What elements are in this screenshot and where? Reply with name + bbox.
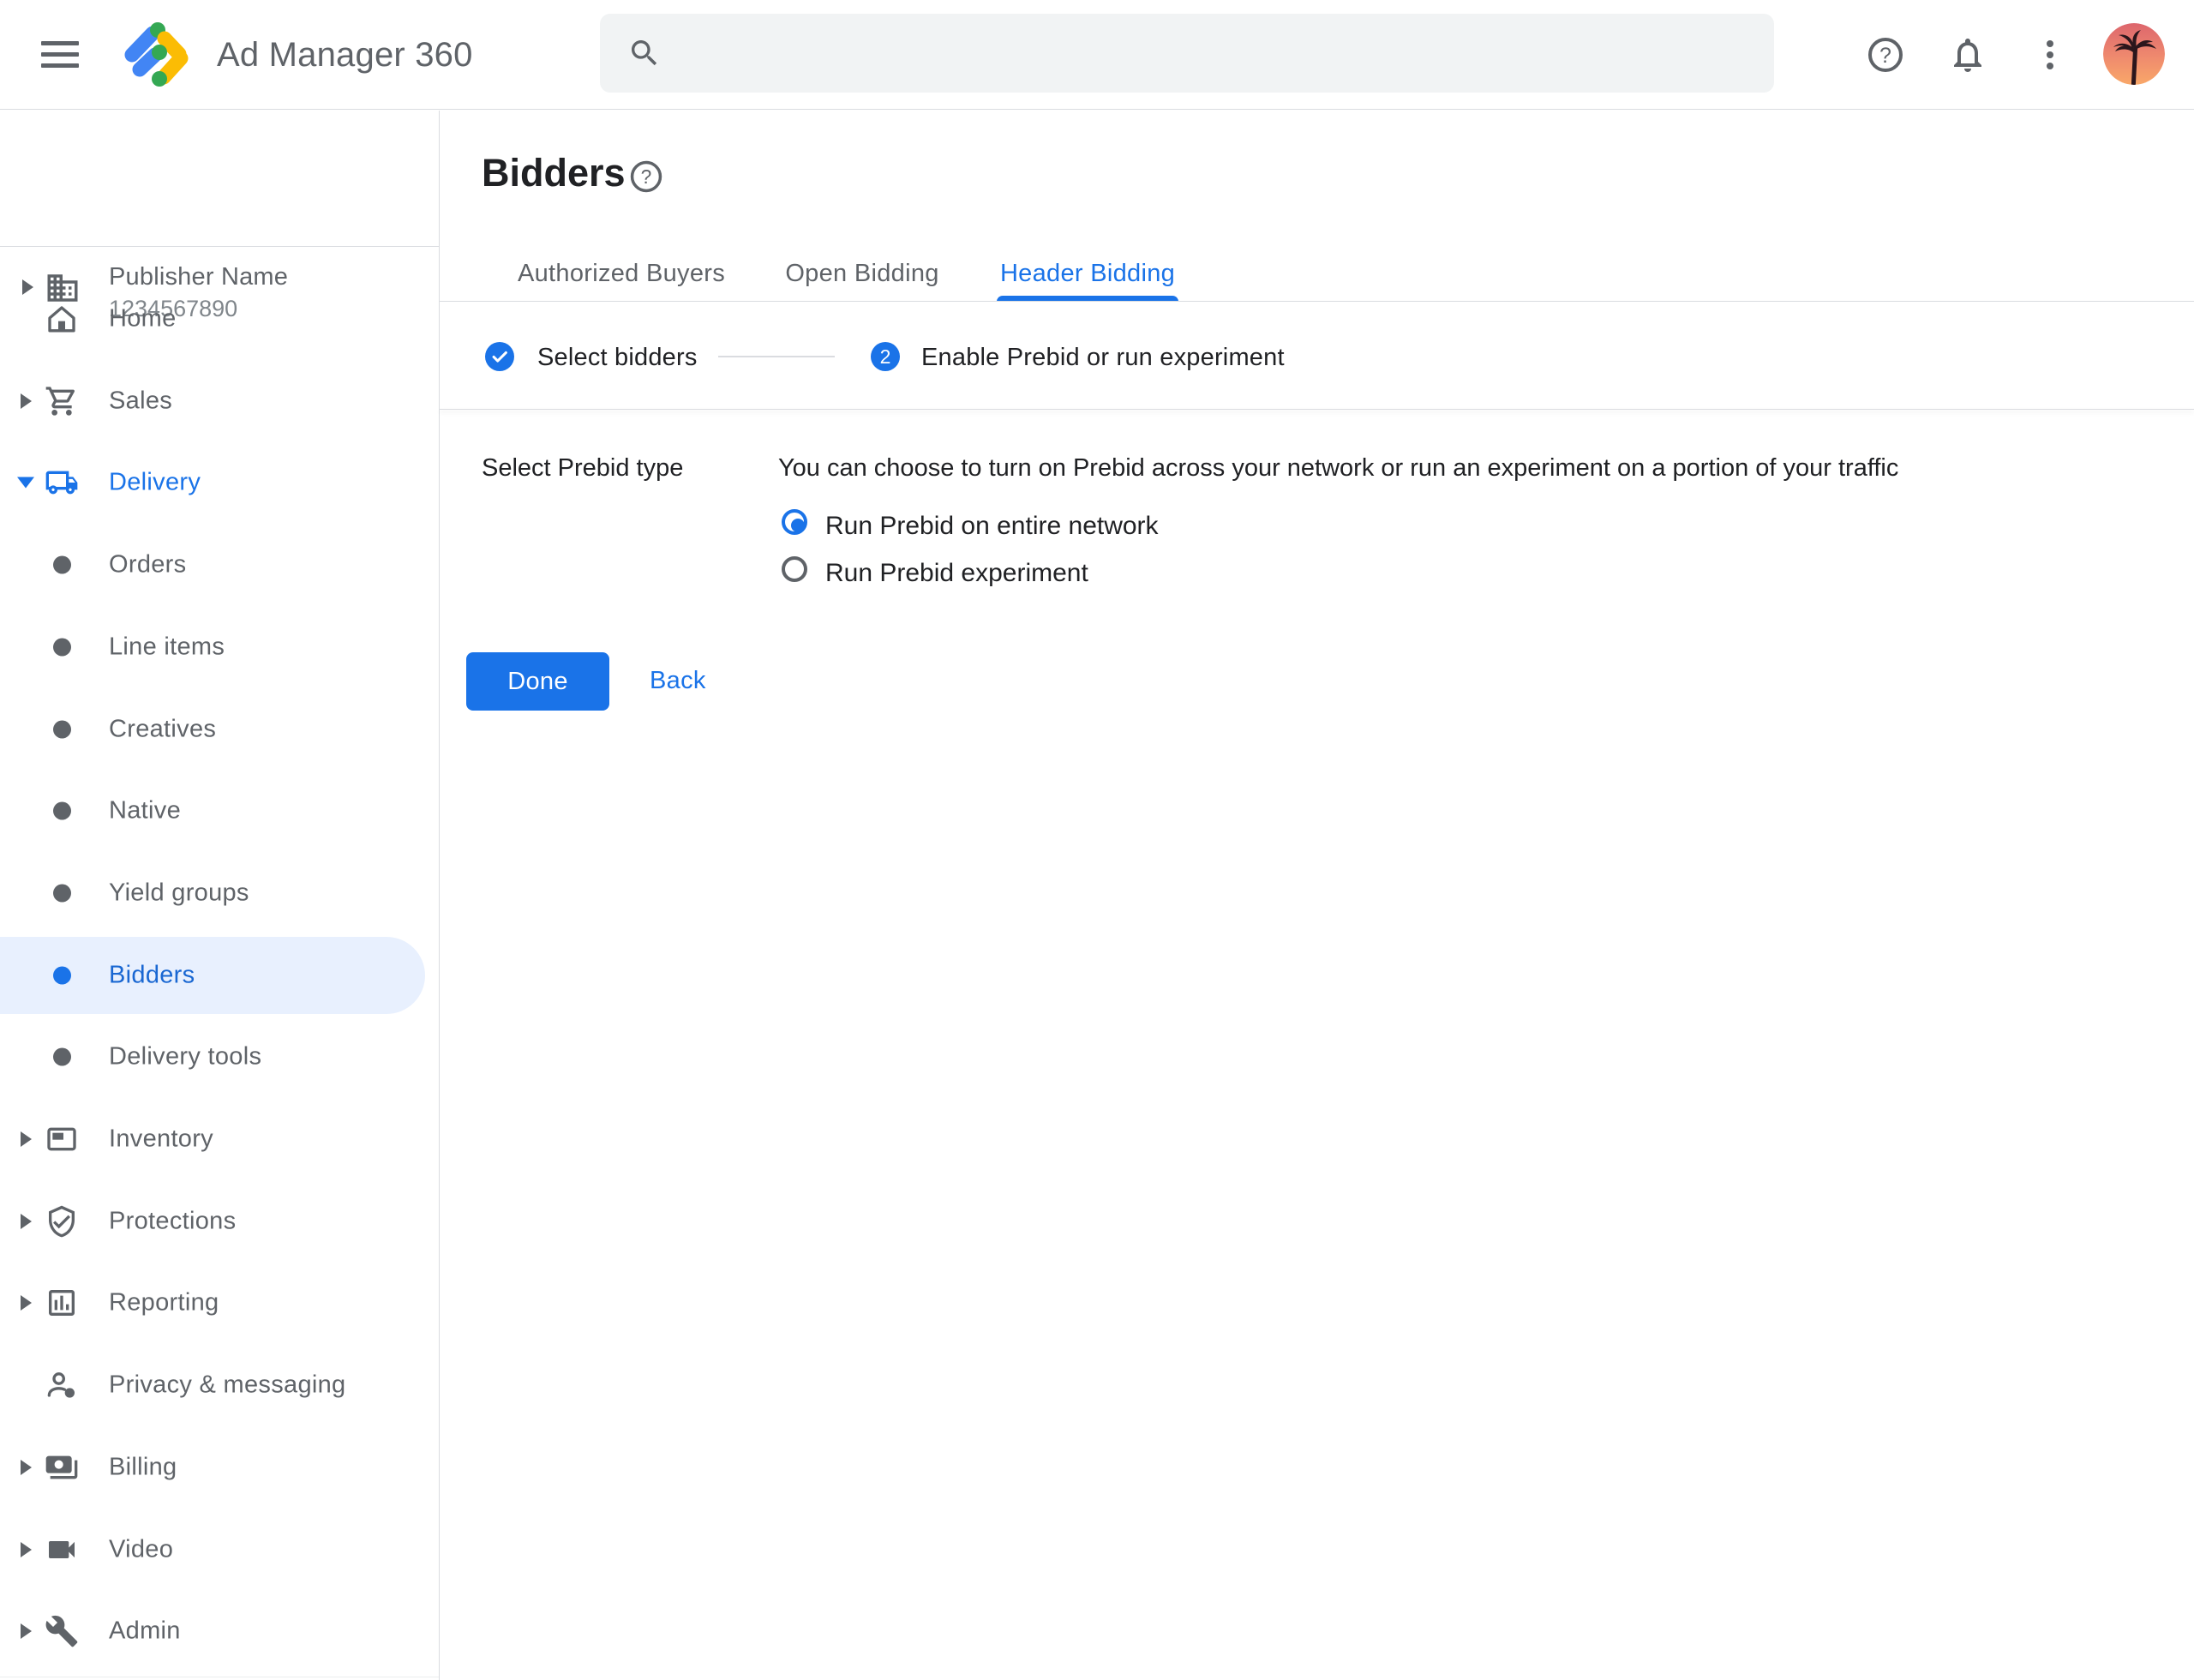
tabs-divider xyxy=(440,301,2194,302)
sidebar-item-privacy-messaging[interactable]: Privacy & messaging xyxy=(0,1344,439,1426)
step-connector xyxy=(718,356,835,357)
page-title: Bidders xyxy=(482,150,626,196)
banknote-icon xyxy=(45,1450,79,1485)
chevron-right-icon xyxy=(21,1542,32,1557)
done-button[interactable]: Done xyxy=(466,652,609,711)
hamburger-menu-icon[interactable] xyxy=(38,33,82,77)
chevron-right-icon xyxy=(21,1623,32,1639)
sidebar-item-delivery[interactable]: Delivery xyxy=(0,441,439,524)
bullet-icon xyxy=(53,639,71,657)
bullet-icon xyxy=(53,1048,71,1066)
account-avatar[interactable] xyxy=(2103,23,2165,85)
tab-header-bidding[interactable]: Header Bidding xyxy=(1000,260,1175,288)
chevron-right-icon xyxy=(21,1131,32,1147)
sidebar-item-inventory[interactable]: Inventory xyxy=(0,1098,439,1180)
chevron-right-icon xyxy=(21,393,32,409)
sidebar-item-yield-groups[interactable]: Yield groups xyxy=(0,852,439,934)
sidebar-item-protections[interactable]: Protections xyxy=(0,1180,439,1263)
step-2-number-icon: 2 xyxy=(871,342,900,371)
step-1-label[interactable]: Select bidders xyxy=(537,344,698,371)
palm-tree-avatar-image xyxy=(2103,23,2165,85)
sidebar-item-orders[interactable]: Orders xyxy=(0,524,439,606)
help-icon[interactable]: ? xyxy=(1861,31,1909,79)
home-icon xyxy=(45,302,79,336)
bar-chart-icon xyxy=(45,1286,79,1320)
search-icon xyxy=(627,36,662,70)
top-app-bar: Ad Manager 360 ? xyxy=(0,0,2194,110)
shield-check-icon xyxy=(45,1204,79,1239)
radio-selected-icon xyxy=(782,509,807,535)
wrench-icon xyxy=(45,1614,79,1648)
app-title: Ad Manager 360 xyxy=(217,35,473,75)
bullet-icon xyxy=(53,967,71,985)
sidebar-item-delivery-tools[interactable]: Delivery tools xyxy=(0,1016,439,1098)
chevron-right-icon xyxy=(21,1295,32,1311)
person-badge-icon xyxy=(45,1368,79,1402)
inventory-icon xyxy=(45,1122,79,1156)
sidebar-divider xyxy=(439,111,440,1680)
sidebar-item-home[interactable]: Home xyxy=(0,278,439,360)
radio-unselected-icon xyxy=(782,556,807,582)
stepper-divider xyxy=(440,409,2194,410)
svg-text:?: ? xyxy=(641,165,652,188)
page-title-help-icon[interactable]: ? xyxy=(628,159,664,195)
more-options-kebab-icon[interactable] xyxy=(2026,31,2074,79)
global-search-bar xyxy=(600,14,1774,93)
bullet-icon xyxy=(53,885,71,903)
truck-icon xyxy=(45,465,79,500)
back-button[interactable]: Back xyxy=(650,667,706,695)
sidebar-item-line-items[interactable]: Line items xyxy=(0,606,439,688)
publisher-divider xyxy=(0,246,439,247)
sidebar-item-video[interactable]: Video xyxy=(0,1509,439,1591)
step-1-complete-icon[interactable] xyxy=(485,342,514,371)
search-input[interactable] xyxy=(682,27,1748,79)
sidebar-item-creatives[interactable]: Creatives xyxy=(0,688,439,771)
bullet-icon xyxy=(53,721,71,739)
sidebar-item-native[interactable]: Native xyxy=(0,770,439,852)
chevron-down-icon xyxy=(17,477,34,489)
tab-open-bidding[interactable]: Open Bidding xyxy=(785,260,938,288)
ad-manager-logo-icon xyxy=(124,22,189,87)
sidebar-item-admin[interactable]: Admin xyxy=(0,1590,439,1672)
sidebar-item-bidders[interactable]: Bidders xyxy=(0,934,439,1017)
select-prebid-type-label: Select Prebid type xyxy=(482,453,683,483)
videocam-icon xyxy=(45,1533,79,1567)
bullet-icon xyxy=(53,802,71,820)
bullet-icon xyxy=(53,556,71,574)
tab-authorized-buyers[interactable]: Authorized Buyers xyxy=(518,260,725,288)
cart-icon xyxy=(45,384,79,418)
sidebar-item-sales[interactable]: Sales xyxy=(0,360,439,442)
step-2-label: Enable Prebid or run experiment xyxy=(921,344,1285,371)
sidebar-item-reporting[interactable]: Reporting xyxy=(0,1262,439,1344)
check-icon xyxy=(490,347,509,366)
publisher-switcher[interactable]: Publisher Name 1234567890 xyxy=(0,111,439,246)
sidebar-item-billing[interactable]: Billing xyxy=(0,1426,439,1509)
prebid-type-description: You can choose to turn on Prebid across … xyxy=(778,453,1898,483)
svg-text:?: ? xyxy=(1879,44,1891,68)
chevron-right-icon xyxy=(21,1460,32,1475)
ad-manager-app: Ad Manager 360 ? xyxy=(0,0,2194,1680)
notifications-bell-icon[interactable] xyxy=(1944,31,1992,79)
chevron-right-icon xyxy=(21,1214,32,1229)
